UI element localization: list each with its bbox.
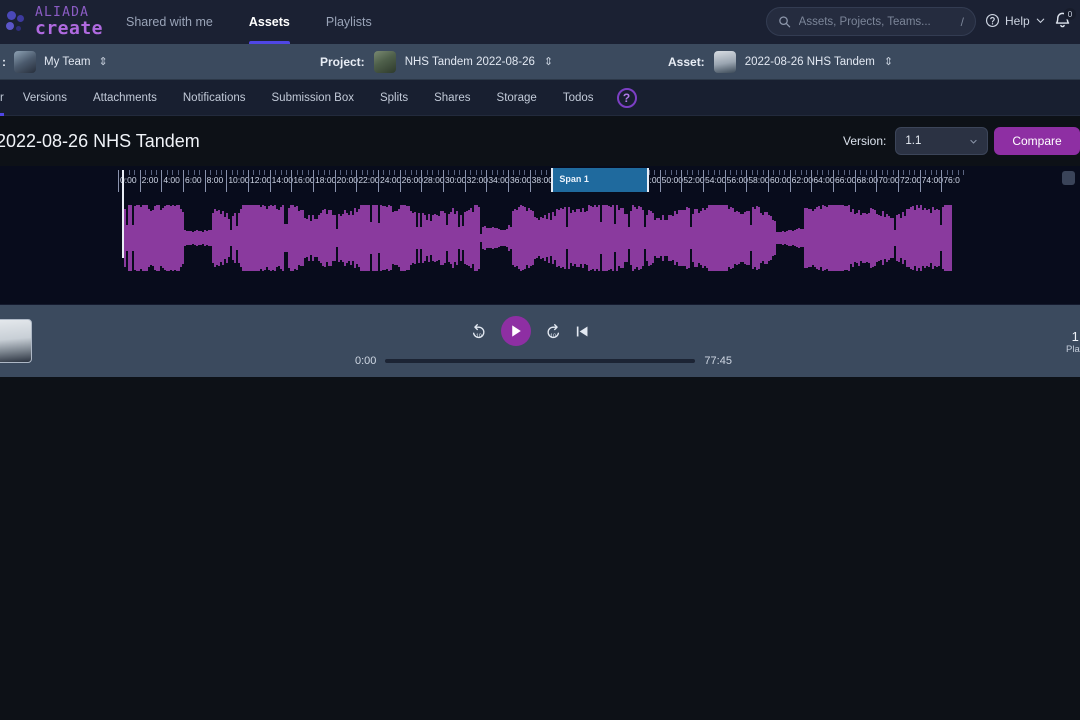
context-bar: : My Team ⇕ Project: NHS Tandem 2022-08-… [0,44,1080,80]
help-question-icon[interactable]: ? [617,88,637,108]
logo-dots-icon [6,9,28,35]
forward-10-icon: 10 [543,322,562,341]
asset-preview-thumbnail[interactable] [0,319,32,363]
tab-versions[interactable]: Versions [10,80,80,116]
asset-selector[interactable]: Asset: 2022-08-26 NHS Tandem ⇕ [668,51,893,73]
tab-storage[interactable]: Storage [484,80,550,116]
playback-controls: 10 10 [470,316,591,346]
scrubber-row: 0:00 77:45 [355,355,732,367]
play-icon [511,325,522,337]
current-time: 0:00 [355,355,376,367]
team-label: : [2,55,6,69]
help-circle-icon [985,13,1000,28]
version-select[interactable]: 1.1 [895,127,988,155]
playback-speed-label: Play [1066,344,1080,355]
help-menu[interactable]: Help [985,13,1046,28]
app-logo[interactable]: ALIADA create [0,6,96,38]
asset-title-row: 2022-08-26 NHS Tandem Version: 1.1 Compa… [0,116,1080,166]
forward-10-button[interactable]: 10 [543,322,562,341]
tab-shared-with-me[interactable]: Shared with me [108,0,231,44]
top-navigation-bar: ALIADA create Shared with me Assets Play… [0,0,1080,44]
chevron-down-icon [969,137,978,146]
help-label: Help [1005,14,1030,28]
sidebar-item-player[interactable]: r [0,80,10,116]
updown-caret-icon: ⇕ [544,55,553,68]
tab-assets[interactable]: Assets [231,0,308,44]
player-bar: 10 10 0:00 77:45 1 Play [0,305,1080,377]
project-selector[interactable]: Project: NHS Tandem 2022-08-26 ⇕ [320,51,553,73]
tab-todos[interactable]: Todos [550,80,607,116]
asset-details-content: Contributed by Babul Mukherjee (TMG) Upl… [0,377,1080,720]
skip-to-start-button[interactable] [574,323,591,340]
asset-thumbnail [714,51,736,73]
asset-label: Asset: [668,55,705,69]
tab-attachments[interactable]: Attachments [80,80,170,116]
asset-sub-tabs: r Versions Attachments Notifications Sub… [0,80,1080,116]
svg-text:10: 10 [550,333,556,339]
search-input[interactable] [799,16,953,28]
chevron-down-icon [1035,15,1046,26]
version-controls: Version: 1.1 [843,127,988,155]
search-icon [778,15,791,28]
timeline-zoom-button[interactable] [1062,171,1075,185]
scrubber-track[interactable] [385,359,695,363]
audio-waveform[interactable] [124,204,952,272]
tab-splits[interactable]: Splits [367,80,421,116]
tab-playlists[interactable]: Playlists [308,0,390,44]
compare-button[interactable]: Compare [994,127,1080,155]
global-search[interactable]: / [766,7,976,36]
waveform-panel[interactable]: 0:002:004:006:008:0010:0012:0014:0016:00… [0,166,1080,305]
skip-back-icon [574,323,591,340]
rewind-10-button[interactable]: 10 [470,322,489,341]
team-avatar [14,51,36,73]
total-time: 77:45 [704,355,732,367]
updown-caret-icon: ⇕ [884,55,893,68]
notification-badge: 0 [1064,8,1076,20]
notifications-button[interactable]: 0 [1053,11,1072,35]
tab-shares[interactable]: Shares [421,80,483,116]
playback-speed-control[interactable]: 1 Play [1066,329,1080,355]
updown-caret-icon: ⇕ [98,55,107,68]
project-label: Project: [320,55,365,69]
version-selected-value: 1.1 [905,135,921,147]
project-thumbnail [374,51,396,73]
brand-name-secondary: create [35,20,103,38]
timeline-span-selection[interactable]: Span 1 [551,168,649,192]
rewind-10-icon: 10 [470,322,489,341]
tab-notifications[interactable]: Notifications [170,80,259,116]
project-name: NHS Tandem 2022-08-26 [405,56,535,68]
page-title: 2022-08-26 NHS Tandem [0,131,200,152]
timeline-ruler[interactable]: 0:002:004:006:008:0010:0012:0014:0016:00… [118,166,963,196]
tab-submission-box[interactable]: Submission Box [259,80,367,116]
playback-speed-value: 1 [1066,329,1080,344]
team-name: My Team [44,56,90,68]
svg-text:10: 10 [476,333,482,339]
search-shortcut-hint: / [961,15,964,29]
version-label: Version: [843,134,886,148]
play-button[interactable] [501,316,531,346]
span-label: Span 1 [559,174,589,184]
team-selector[interactable]: : My Team ⇕ [0,51,108,73]
primary-tabs: Shared with me Assets Playlists [108,0,390,44]
asset-name: 2022-08-26 NHS Tandem [745,56,875,68]
